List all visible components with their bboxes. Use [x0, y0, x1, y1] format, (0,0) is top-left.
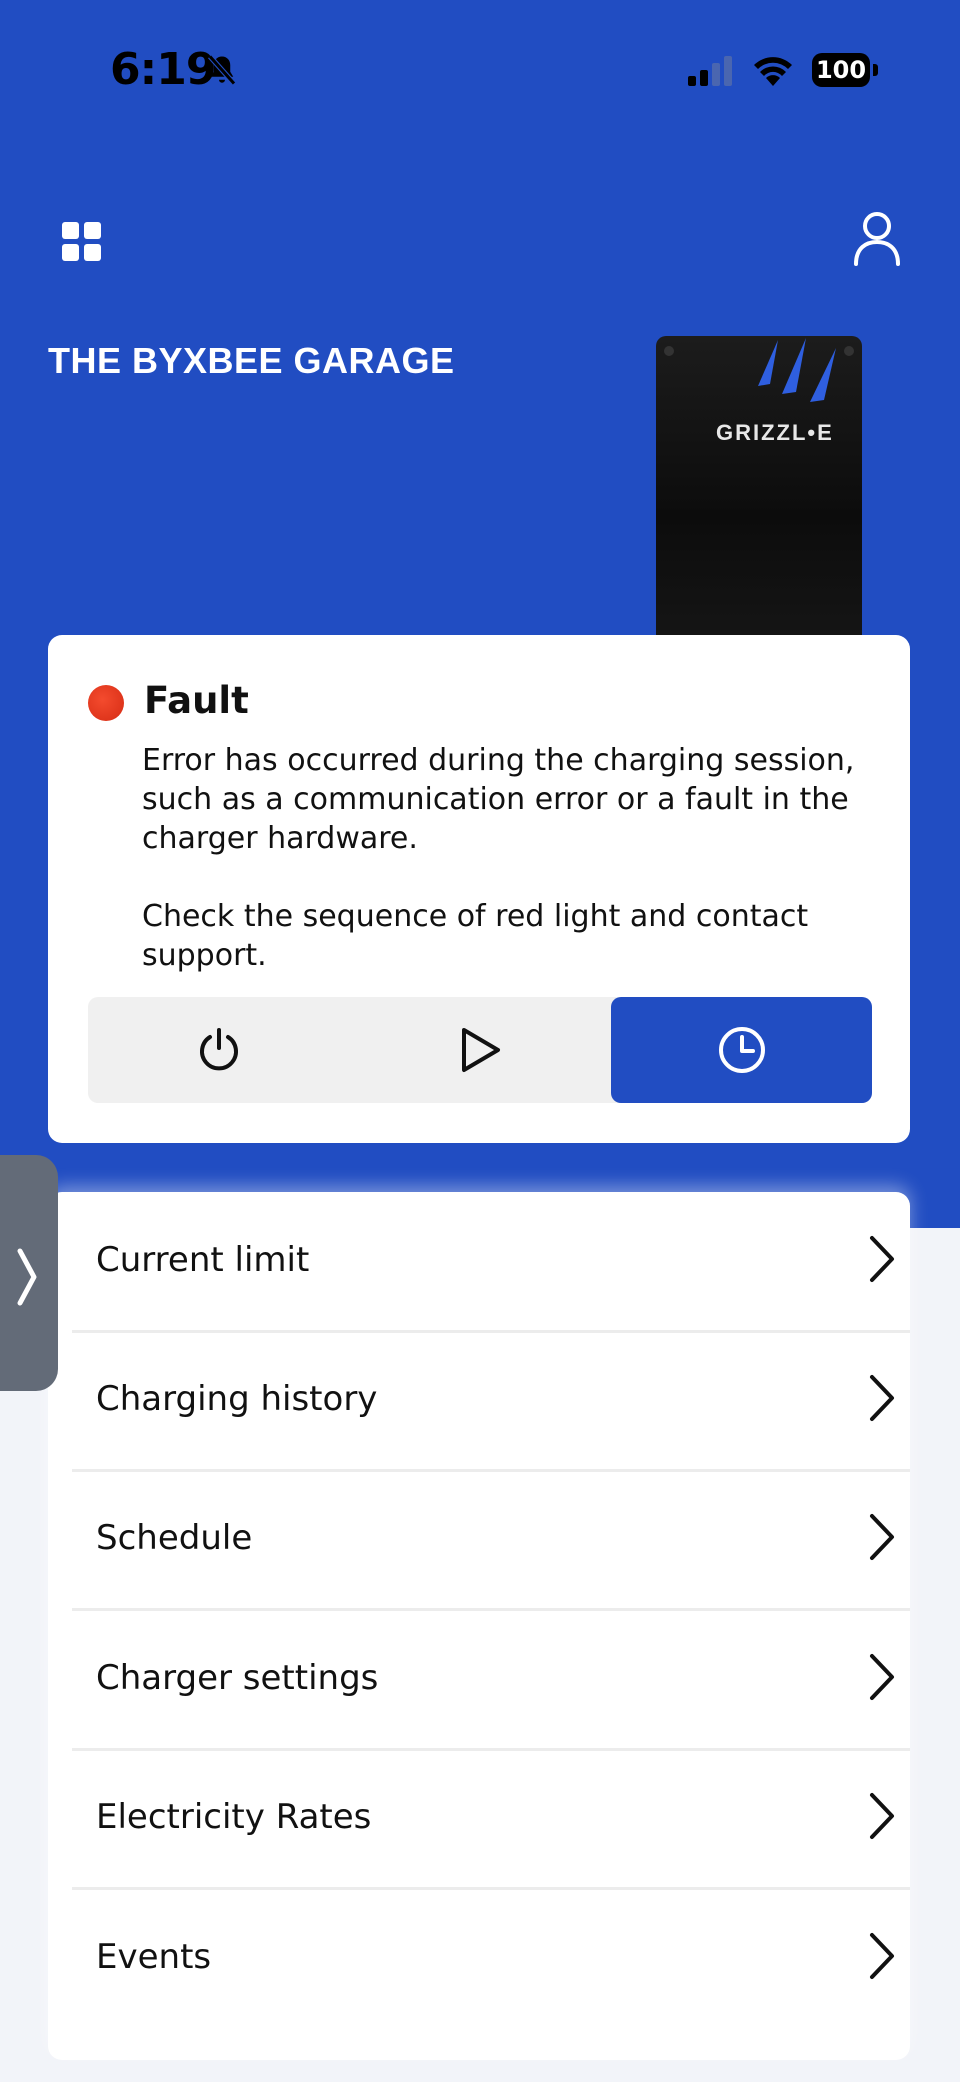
claw-mark-icon: [758, 338, 836, 402]
chevron-right-icon: [870, 1793, 894, 1839]
side-drawer-tab[interactable]: [0, 1155, 58, 1391]
chevron-right-icon: [870, 1236, 894, 1282]
chevron-right-icon: [870, 1654, 894, 1700]
battery-level: 100: [812, 53, 870, 87]
menu-item-schedule[interactable]: Schedule: [72, 1470, 910, 1611]
clock-icon: [718, 1027, 765, 1073]
settings-menu: Current limit Charging history Schedule …: [48, 1192, 910, 2060]
chevron-right-icon: [870, 1933, 894, 1979]
user-icon[interactable]: [852, 210, 902, 266]
schedule-button[interactable]: [611, 997, 872, 1103]
bell-slash-icon: [208, 54, 236, 86]
status-time: 6:19: [110, 44, 216, 95]
fault-status-title: Fault: [144, 679, 249, 722]
grid-menu-button[interactable]: [62, 222, 102, 262]
fault-card: Fault Error has occurred during the char…: [48, 635, 910, 1143]
menu-item-charger-settings[interactable]: Charger settings: [72, 1610, 910, 1751]
battery-icon: 100: [812, 53, 878, 87]
chevron-right-icon: [17, 1248, 37, 1306]
location-title: THE BYXBEE GARAGE: [48, 340, 455, 381]
chevron-right-icon: [870, 1514, 894, 1560]
play-button[interactable]: [349, 997, 610, 1103]
menu-item-events[interactable]: Events: [72, 1889, 910, 2027]
power-icon: [199, 1028, 238, 1071]
charger-controls: [88, 997, 872, 1103]
status-bar: 6:19 100: [0, 0, 960, 140]
charger-image: GRIZZL•E: [656, 336, 862, 636]
menu-item-label: Electricity Rates: [96, 1797, 372, 1837]
menu-item-label: Charging history: [96, 1379, 378, 1419]
play-icon: [461, 1028, 500, 1072]
menu-item-label: Charger settings: [96, 1658, 379, 1698]
menu-item-charging-history[interactable]: Charging history: [72, 1331, 910, 1472]
fault-status-dot: [88, 685, 124, 721]
wifi-icon: [754, 57, 792, 86]
chevron-right-icon: [870, 1375, 894, 1421]
charger-brand: GRIZZL•E: [716, 420, 834, 445]
menu-item-label: Current limit: [96, 1240, 310, 1280]
menu-item-label: Events: [96, 1937, 212, 1977]
signal-icon: [688, 56, 732, 86]
menu-item-electricity-rates[interactable]: Electricity Rates: [72, 1749, 910, 1890]
menu-item-label: Schedule: [96, 1518, 253, 1558]
fault-description: Error has occurred during the charging s…: [142, 743, 855, 973]
menu-item-current-limit[interactable]: Current limit: [72, 1192, 910, 1333]
power-button[interactable]: [88, 997, 349, 1103]
